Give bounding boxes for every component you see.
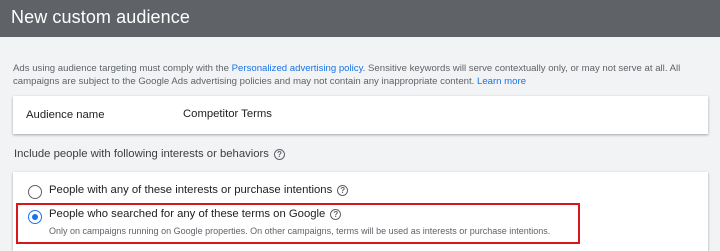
include-heading: Include people with following interests … (14, 148, 285, 160)
searched-terms-radio[interactable] (28, 210, 42, 224)
help-circle-icon[interactable]: ? (273, 148, 285, 160)
searched-terms-description: Only on campaigns running on Google prop… (49, 226, 551, 236)
interests-option-label: People with any of these interests or pu… (49, 184, 333, 196)
searched-terms-option[interactable]: People who searched for any of these ter… (49, 208, 342, 220)
policy-text-before: Ads using audience targeting must comply… (13, 63, 232, 74)
searched-terms-option-label: People who searched for any of these ter… (49, 208, 326, 220)
page-title: New custom audience (11, 7, 190, 27)
policy-notice: Ads using audience targeting must comply… (13, 63, 713, 88)
interests-option[interactable]: People with any of these interests or pu… (49, 184, 349, 196)
personalized-advertising-policy-link[interactable]: Personalized advertising policy (232, 63, 363, 74)
options-card: People with any of these interests or pu… (13, 172, 708, 251)
dialog-header: New custom audience (0, 0, 720, 37)
audience-name-label: Audience name (26, 109, 105, 121)
audience-name-card: Audience name Competitor Terms (13, 96, 708, 134)
help-circle-icon[interactable]: ? (330, 208, 342, 220)
help-circle-icon[interactable]: ? (337, 184, 349, 196)
audience-name-field[interactable]: Competitor Terms (183, 108, 272, 120)
interests-radio[interactable] (28, 185, 42, 199)
learn-more-link[interactable]: Learn more (477, 76, 526, 87)
include-label: Include people with following interests … (14, 148, 269, 160)
